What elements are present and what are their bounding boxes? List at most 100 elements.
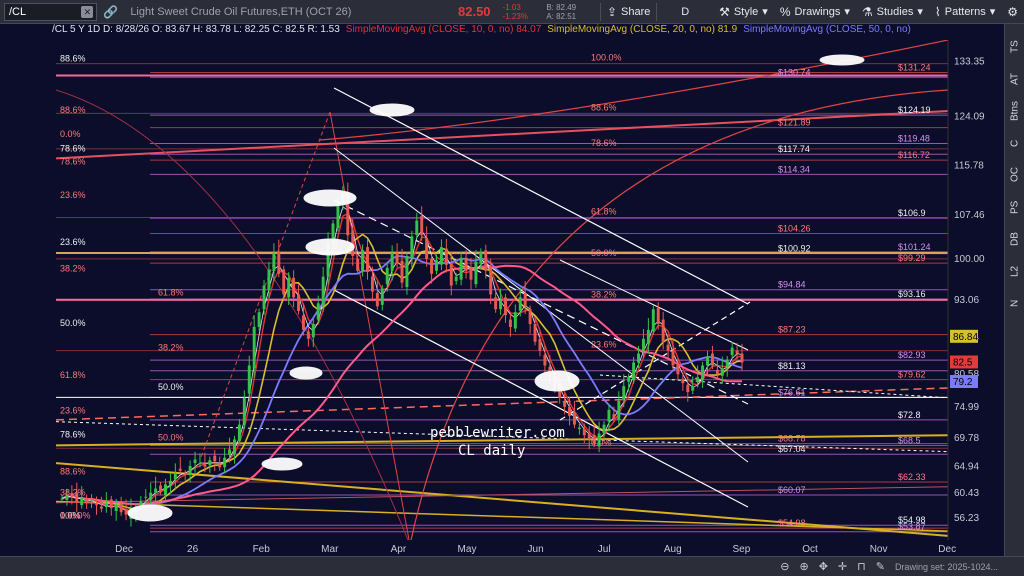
right-tab-ps[interactable]: PS — [1005, 192, 1024, 222]
sma20-readout[interactable]: SimpleMovingAvg (CLOSE, 20, 0, no) 81.9 — [547, 24, 737, 38]
candle-body — [420, 216, 424, 236]
candle-body — [262, 285, 266, 310]
zoom-in-icon[interactable]: ⊕ — [799, 560, 808, 573]
right-tab-at[interactable]: AT — [1005, 64, 1024, 94]
highlight-oval — [303, 189, 357, 207]
candle-body — [641, 338, 645, 351]
candle-body — [178, 468, 182, 471]
candle-body — [208, 460, 212, 466]
chevron-down-icon: ▾ — [844, 6, 850, 18]
fib-label-left: 23.6% — [60, 190, 86, 200]
price-label-right: $94.84 — [778, 280, 806, 290]
period-button[interactable]: D — [657, 0, 713, 24]
y-tick-label: 133.35 — [954, 57, 985, 68]
candle-body — [449, 263, 453, 286]
candle-body — [464, 257, 468, 271]
y-tick-label: 124.09 — [954, 111, 985, 122]
drawings-button[interactable]: % Drawings ▾ — [774, 0, 856, 24]
highlight-oval — [305, 238, 355, 256]
price-label-right: $114.34 — [778, 164, 810, 174]
candle-body — [444, 248, 448, 265]
fib-label-left: 23.6% — [60, 406, 86, 416]
candle-body — [720, 368, 724, 376]
price-label-right: $68.5 — [898, 435, 921, 445]
sma10-readout[interactable]: SimpleMovingAvg (CLOSE, 10, 0, no) 84.07 — [346, 24, 541, 38]
right-tab-oc[interactable]: OC — [1005, 160, 1024, 190]
x-tick-label: Sep — [733, 544, 751, 555]
gear-icon[interactable]: ⚙ — [1007, 5, 1018, 19]
patterns-button[interactable]: ⌇ Patterns ▾ — [929, 0, 1001, 24]
fib-label-left: 38.2% — [158, 342, 184, 352]
candle-body — [188, 466, 192, 475]
candle-body — [267, 269, 271, 290]
sma50-readout[interactable]: SimpleMovingAvg (CLOSE, 50, 0, no) — [743, 24, 911, 38]
zoom-out-icon[interactable]: ⊖ — [780, 560, 789, 573]
candle-body — [380, 288, 384, 305]
link-icon[interactable]: 🔗 — [103, 5, 118, 19]
price-label-right: $62.33 — [898, 472, 926, 482]
drawings-label: Drawings — [794, 5, 841, 18]
price-chart[interactable]: 88.6% 88.6% 0.0% 78.6% 78.6% 23.6% 23.6% 38.2% 6… — [0, 24, 1004, 556]
candle-body — [144, 496, 148, 498]
right-tab-db[interactable]: DB — [1005, 224, 1024, 254]
right-tab-l2[interactable]: L2 — [1005, 256, 1024, 286]
candle-body — [168, 480, 172, 486]
candle-body — [277, 251, 281, 274]
highlight-oval — [127, 504, 173, 522]
candle-body — [676, 362, 680, 375]
right-tab-n[interactable]: N — [1005, 288, 1024, 318]
symbol-input[interactable]: /CL ✕ — [4, 2, 98, 21]
magnet-icon[interactable]: ⊓ — [857, 560, 866, 573]
candle-body — [90, 499, 94, 501]
candle-body — [99, 506, 103, 509]
candle-body — [513, 312, 517, 329]
x-tick-label: May — [458, 544, 477, 555]
price-label-right: $79.62 — [898, 370, 926, 380]
price-marker-label: 86.84 — [953, 332, 978, 343]
drawing-tool-icon[interactable]: ✎ — [876, 560, 885, 573]
pan-icon[interactable]: ✥ — [819, 560, 828, 573]
candle-body — [725, 359, 729, 367]
x-tick-label: Mar — [321, 544, 339, 555]
drawing-set-label[interactable]: Drawing set: 2025-1024... — [895, 562, 998, 572]
share-button[interactable]: ⇪ Share — [601, 0, 656, 24]
candle-body — [474, 261, 478, 285]
y-tick-label: 64.94 — [954, 461, 979, 472]
fib-label-left: 38.2% — [60, 487, 86, 497]
price-label-right: $67.04 — [778, 444, 806, 454]
candle-body — [454, 276, 458, 282]
candle-body — [223, 457, 227, 468]
candle-body — [390, 253, 394, 271]
fib-label-left: 50.0% — [60, 318, 86, 328]
candle-body — [607, 409, 611, 422]
studies-button[interactable]: ⚗ Studies ▾ — [856, 0, 929, 24]
fib-label-left: 78.6% — [60, 157, 86, 167]
right-tab-ts[interactable]: TS — [1005, 32, 1024, 62]
candle-body — [666, 344, 670, 351]
candle-body — [459, 257, 463, 280]
right-tab-strip: TS AT Btns C OC PS DB L2 N — [1004, 24, 1024, 556]
right-tab-c[interactable]: C — [1005, 128, 1024, 158]
right-tab-btns[interactable]: Btns — [1005, 96, 1024, 126]
clear-symbol-icon[interactable]: ✕ — [81, 5, 94, 18]
candle-body — [637, 353, 640, 363]
fib-label-left: 100.0% — [60, 510, 91, 520]
candle-body — [213, 455, 217, 462]
candle-body — [218, 464, 222, 468]
crosshair-icon[interactable]: ✛ — [838, 560, 847, 573]
fib-label-left: 78.6% — [60, 429, 86, 439]
top-toolbar: /CL ✕ 🔗 Light Sweet Crude Oil Futures,ET… — [0, 0, 1024, 24]
y-tick-label: 74.99 — [954, 402, 979, 413]
candle-body — [203, 464, 207, 467]
candle-body — [237, 424, 241, 441]
highlight-oval — [369, 103, 415, 117]
fib-label-left: 78.6% — [60, 144, 86, 154]
bid-price: B: 82.49 — [546, 2, 577, 12]
candle-body — [715, 369, 719, 375]
candle-body — [489, 266, 493, 295]
fib-label-center: 0.0% — [591, 437, 612, 447]
fib-label-center: 23.6% — [591, 340, 617, 350]
style-button[interactable]: ⚒ Style ▾ — [713, 0, 774, 24]
candle-body — [292, 277, 296, 298]
candle-body — [671, 350, 675, 366]
